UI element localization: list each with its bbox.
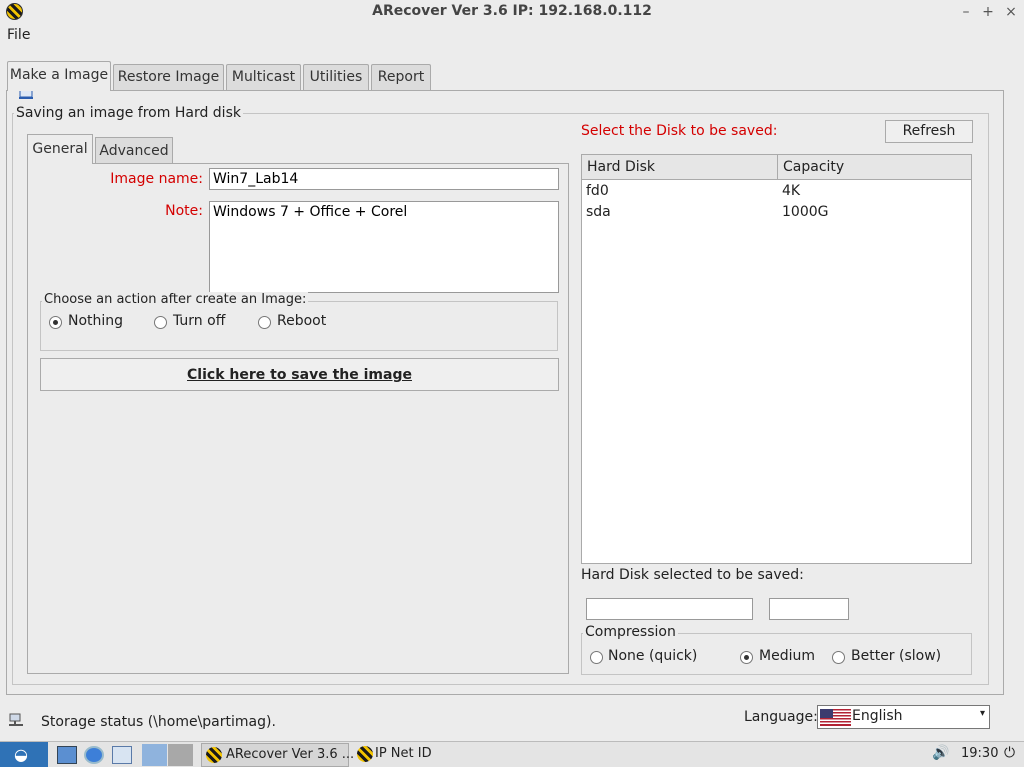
menu-file[interactable]: File	[7, 27, 30, 43]
us-flag-icon	[820, 709, 851, 726]
language-value: English	[852, 708, 903, 724]
compression-title: Compression	[583, 624, 678, 640]
selected-capacity-field[interactable]	[769, 598, 849, 620]
task-ip-net-id[interactable]: IP Net ID	[353, 743, 453, 767]
app-logo-icon	[357, 746, 373, 762]
minimize-button[interactable]: –	[956, 2, 976, 22]
tab-make-image[interactable]: Make a Image	[7, 61, 111, 91]
note-label: Note:	[165, 203, 203, 219]
window-title: ARecover Ver 3.6 IP: 192.168.0.112	[372, 3, 652, 19]
subtab-general[interactable]: General	[27, 134, 93, 164]
app-logo-icon	[206, 747, 222, 763]
col-capacity[interactable]: Capacity	[778, 155, 971, 180]
action-reboot-label: Reboot	[277, 313, 327, 329]
col-hard-disk[interactable]: Hard Disk	[582, 155, 778, 180]
language-select[interactable]: English ▾	[817, 705, 990, 729]
compression-better-label: Better (slow)	[851, 648, 942, 664]
file-manager-icon[interactable]	[57, 746, 77, 764]
note-textarea[interactable]: Windows 7 + Office + Corel	[209, 201, 559, 293]
desktop-2-button[interactable]	[168, 744, 193, 766]
disk-table[interactable]: Hard Disk Capacity fd0 4K sda 1000G	[581, 154, 972, 564]
start-logo-icon: ◒	[14, 745, 28, 764]
compression-medium-radio[interactable]	[740, 651, 753, 664]
task-ip-net-id-label: IP Net ID	[375, 746, 432, 761]
tab-restore-image[interactable]: Restore Image	[113, 64, 224, 90]
title-bar: ARecover Ver 3.6 IP: 192.168.0.112 – + ×	[0, 0, 1024, 24]
row-capacity[interactable]: 4K	[778, 183, 800, 199]
row-disk[interactable]: fd0	[582, 183, 609, 199]
compression-better-radio[interactable]	[832, 651, 845, 664]
tab-utilities[interactable]: Utilities	[303, 64, 369, 90]
chevron-down-icon: ▾	[979, 708, 985, 719]
browser-icon[interactable]	[84, 746, 104, 764]
action-reboot-radio[interactable]	[258, 316, 271, 329]
storage-status: Storage status (\home\partimag).	[41, 714, 276, 730]
action-group-title: Choose an action after create an Image:	[42, 292, 309, 307]
action-nothing-radio[interactable]	[49, 316, 62, 329]
power-icon[interactable]: ⏻	[1004, 745, 1015, 761]
save-image-button[interactable]: Click here to save the image	[40, 358, 559, 391]
selected-disk-label: Hard Disk selected to be saved:	[581, 567, 804, 583]
compression-medium-label: Medium	[759, 648, 815, 664]
action-nothing-label: Nothing	[68, 313, 124, 329]
row-disk[interactable]: sda	[582, 204, 611, 220]
task-arecover-label: ARecover Ver 3.6 ...	[226, 747, 355, 762]
task-arecover[interactable]: ARecover Ver 3.6 ...	[201, 743, 354, 767]
taskbar: ◒ ARecover Ver 3.6 ... IP Net ID 🔊 19:30…	[0, 741, 1024, 767]
menu-bar: File	[0, 24, 1024, 48]
refresh-button[interactable]: Refresh	[885, 120, 973, 143]
network-status-icon	[9, 713, 23, 726]
volume-icon[interactable]: 🔊	[932, 745, 949, 761]
image-name-label: Image name:	[110, 171, 203, 187]
action-turnoff-radio[interactable]	[154, 316, 167, 329]
saving-group-title: Saving an image from Hard disk	[14, 105, 243, 121]
tab-multicast[interactable]: Multicast	[226, 64, 301, 90]
maximize-button[interactable]: +	[978, 2, 998, 22]
close-button[interactable]: ×	[1001, 2, 1021, 22]
subtab-advanced[interactable]: Advanced	[95, 137, 173, 163]
tab-report[interactable]: Report	[371, 64, 431, 90]
clock: 19:30	[961, 746, 999, 761]
action-turnoff-label: Turn off	[173, 313, 226, 329]
compression-none-label: None (quick)	[608, 648, 698, 664]
selected-disk-field[interactable]	[586, 598, 753, 620]
compression-none-radio[interactable]	[590, 651, 603, 664]
select-disk-label: Select the Disk to be saved:	[581, 123, 778, 139]
language-label: Language:	[744, 709, 818, 725]
save-image-label: Click here to save the image	[187, 367, 412, 383]
desktop-1-button[interactable]	[142, 744, 167, 766]
image-name-input[interactable]: Win7_Lab14	[209, 168, 559, 190]
row-capacity[interactable]: 1000G	[778, 204, 828, 220]
windows-icon[interactable]	[112, 746, 132, 764]
start-menu-button[interactable]: ◒	[0, 742, 48, 767]
